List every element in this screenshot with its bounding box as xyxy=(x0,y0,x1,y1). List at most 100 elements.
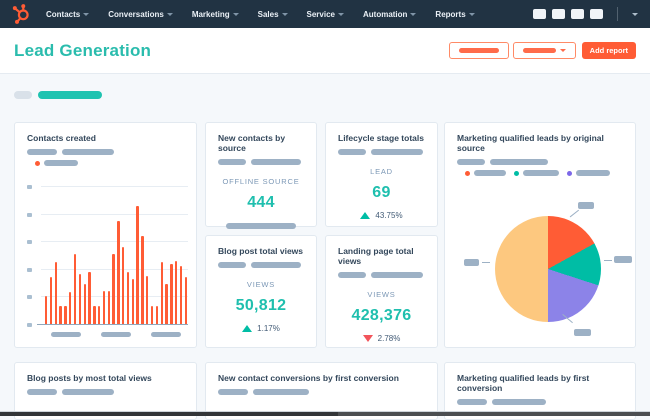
report-title[interactable]: Blog post total views xyxy=(218,246,304,256)
pie-callout-placeholder xyxy=(578,202,594,209)
bar xyxy=(136,206,139,324)
hubspot-logo-icon[interactable] xyxy=(12,4,34,24)
y-tick-placeholder xyxy=(27,185,32,189)
scrollbar-thumb[interactable] xyxy=(0,412,338,416)
nav-item-automation[interactable]: Automation xyxy=(362,9,417,19)
nav-utility-icon-placeholder[interactable] xyxy=(533,9,546,19)
report-title[interactable]: Landing page total views xyxy=(338,246,425,266)
chevron-down-icon xyxy=(337,12,344,16)
nav-menu: Contacts Conversations Marketing Sales S… xyxy=(46,10,475,19)
delta-value: 1.17% xyxy=(257,324,280,333)
report-title[interactable]: Marketing qualified leads by original so… xyxy=(457,133,623,153)
filter-placeholders xyxy=(457,159,623,165)
chevron-down-icon xyxy=(281,12,288,16)
header-actions: Add report xyxy=(448,42,636,59)
top-navigation: Contacts Conversations Marketing Sales S… xyxy=(0,0,650,28)
delta-down-icon xyxy=(362,335,373,342)
nav-item-marketing[interactable]: Marketing xyxy=(192,10,239,19)
bar xyxy=(131,279,135,324)
delta-row: 1.17% xyxy=(218,324,304,333)
bar xyxy=(126,272,130,324)
report-title[interactable]: Contacts created xyxy=(27,133,184,143)
nav-utility-icon-placeholder[interactable] xyxy=(590,9,603,19)
nav-item-label: Automation xyxy=(362,9,408,19)
x-tick-placeholder xyxy=(51,332,81,337)
report-title[interactable]: New contacts by source xyxy=(218,133,304,153)
placeholder-pill xyxy=(253,389,309,395)
metric-footer-placeholder xyxy=(226,223,296,229)
pie-chart-area xyxy=(457,180,632,340)
nav-item-label: Marketing xyxy=(191,9,230,19)
report-title[interactable]: Blog posts by most total views xyxy=(27,373,184,383)
bar xyxy=(88,272,91,324)
account-chevron-down-icon[interactable] xyxy=(632,12,638,16)
pie-callout-line xyxy=(569,209,580,218)
placeholder-pill xyxy=(338,149,366,155)
delta-value: 2.78% xyxy=(377,334,401,343)
y-tick-placeholder xyxy=(27,213,32,217)
y-tick-placeholder xyxy=(27,268,32,272)
horizontal-scrollbar[interactable] xyxy=(0,411,650,416)
nav-item-sales[interactable]: Sales xyxy=(258,10,288,19)
nav-utility-icon-placeholder[interactable] xyxy=(571,9,584,19)
nav-item-label: Conversations xyxy=(108,9,164,19)
metric-label: OFFLINE SOURCE xyxy=(222,177,300,186)
card-contacts-created: Contacts created xyxy=(14,122,197,348)
tab-placeholder[interactable] xyxy=(14,91,32,99)
tab-active-placeholder[interactable] xyxy=(38,91,102,99)
bar xyxy=(102,291,106,324)
nav-item-reports[interactable]: Reports xyxy=(435,9,475,19)
dashboard-filter-button[interactable] xyxy=(448,42,509,59)
bar xyxy=(170,264,173,324)
bar xyxy=(83,284,86,324)
placeholder-pill xyxy=(27,149,57,155)
legend-dot-icon xyxy=(35,160,40,166)
dashboard-actions-dropdown[interactable] xyxy=(512,42,576,59)
bar xyxy=(107,291,110,324)
delta-up-icon xyxy=(242,325,253,332)
legend-label-placeholder xyxy=(44,160,78,166)
metric-label: LEAD xyxy=(370,167,393,176)
nav-item-contacts[interactable]: Contacts xyxy=(46,10,90,19)
bar xyxy=(69,292,72,324)
x-tick-placeholder xyxy=(151,332,181,337)
chevron-down-icon xyxy=(410,12,417,16)
legend-label-placeholder xyxy=(576,170,610,176)
nav-utility-icon-placeholder[interactable] xyxy=(552,9,565,19)
x-tick-placeholder xyxy=(101,332,131,337)
nav-item-conversations[interactable]: Conversations xyxy=(108,10,173,19)
pie-callout-placeholder xyxy=(464,259,479,266)
bar xyxy=(54,262,58,324)
report-title[interactable]: Marketing qualified leads by first conve… xyxy=(457,373,623,393)
stat-body: VIEWS 50,812 1.17% xyxy=(218,280,304,333)
add-report-button[interactable]: Add report xyxy=(581,42,636,59)
nav-item-label: Sales xyxy=(257,9,279,19)
bar xyxy=(78,274,82,324)
nav-item-label: Reports xyxy=(435,9,466,19)
placeholder-pill xyxy=(62,149,114,155)
placeholder-pill xyxy=(457,399,487,405)
delta-up-icon xyxy=(360,212,371,219)
bar xyxy=(59,306,62,324)
card-mql-by-original-source: Marketing qualified leads by original so… xyxy=(444,122,636,348)
page-header: Lead Generation Add report xyxy=(0,28,650,74)
nav-item-service[interactable]: Service xyxy=(307,10,344,19)
placeholder-pill xyxy=(62,389,114,395)
delta-row: 2.78% xyxy=(338,334,425,343)
filter-placeholders xyxy=(27,389,184,395)
pie-callout-placeholder xyxy=(574,329,591,336)
card-lifecycle-stage-totals: Lifecycle stage totals LEAD 69 43.75% xyxy=(325,122,438,227)
stat-body: LEAD 69 43.75% xyxy=(338,167,425,220)
y-tick-placeholder xyxy=(27,240,32,244)
bar xyxy=(64,306,67,324)
report-title[interactable]: New contact conversions by first convers… xyxy=(218,373,425,383)
placeholder-pill xyxy=(457,159,485,165)
report-title[interactable]: Lifecycle stage totals xyxy=(338,133,425,143)
bar xyxy=(122,247,125,324)
metric-label: VIEWS xyxy=(367,290,396,299)
bar xyxy=(179,266,183,324)
bar xyxy=(141,236,144,324)
mql-pie xyxy=(495,216,601,322)
placeholder-pill xyxy=(218,389,248,395)
placeholder-pill xyxy=(251,159,301,165)
